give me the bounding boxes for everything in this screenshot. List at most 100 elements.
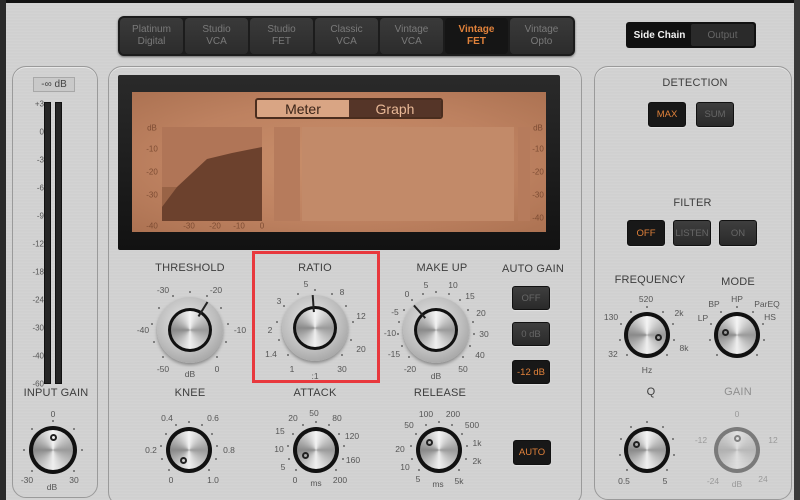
knob-tick <box>210 432 213 435</box>
release-scale-label: 20 <box>395 444 405 454</box>
input-gain-unit: dB <box>46 482 58 492</box>
threshold-scale-label: -20 <box>209 285 223 295</box>
input-meter-scale-label: -3 <box>36 155 44 165</box>
release-auto-button[interactable]: AUTO <box>513 440 551 465</box>
knee-label: KNEE <box>174 387 206 399</box>
model-studio-fet[interactable]: Studio FET <box>250 18 313 54</box>
release-scale-label: 200 <box>445 409 461 419</box>
model-classic-vca[interactable]: Classic VCA <box>315 18 378 54</box>
filter-off-button[interactable]: OFF <box>627 220 665 246</box>
knob-tick <box>219 306 222 309</box>
threshold-label: THRESHOLD <box>155 262 225 274</box>
graph-y-label: -40 <box>146 221 158 231</box>
knob-tick <box>467 308 470 311</box>
input-meter-scale-label: -9 <box>36 211 44 221</box>
frequency-label: FREQUENCY <box>614 274 686 286</box>
gain-label: GAIN <box>724 386 752 398</box>
model-vintage-opto[interactable]: Vintage Opto <box>510 18 573 54</box>
input-meter-scale-label: -6 <box>36 183 44 193</box>
knob-tick <box>72 469 75 472</box>
knob-tick <box>736 306 738 308</box>
attack-unit: ms <box>310 478 322 488</box>
model-studio-vca[interactable]: Studio VCA <box>185 18 248 54</box>
make-up-unit: dB <box>430 371 442 381</box>
graph-y-label: -10 <box>146 144 158 154</box>
output-scale-label: -40 <box>532 213 544 223</box>
input-meter-scale-label: +3 <box>34 99 44 109</box>
window-top-edge <box>0 0 800 3</box>
make-up-label: MAKE UP <box>416 262 468 274</box>
filter-on-button[interactable]: ON <box>719 220 757 246</box>
knob-tick <box>460 432 463 435</box>
make-up-scale-label: 40 <box>475 350 485 360</box>
knob-tick <box>397 320 400 323</box>
knob-tick <box>755 353 758 356</box>
input-meter-scale: +3 0 -3 -6 -9 -12 -18 -24 -30 -40 -60 <box>18 100 44 390</box>
release-scale-label: 5k <box>454 476 464 486</box>
knob-cap <box>171 311 209 349</box>
knee-scale-label: 0.4 <box>161 413 173 423</box>
output-scale-label: dB <box>533 123 543 133</box>
graph-x-label: -20 <box>209 221 221 231</box>
filter-listen-button[interactable]: LISTEN <box>673 220 711 246</box>
threshold-scale-label: -30 <box>156 285 170 295</box>
sidechain-output-toggle: Side Chain Output <box>626 22 756 48</box>
input-gain-scale-min: -30 <box>20 475 34 485</box>
mode-scale-label: HS <box>764 312 776 322</box>
detection-max-button[interactable]: MAX <box>648 102 686 127</box>
output-button[interactable]: Output <box>691 24 754 46</box>
gain-scale-max: 24 <box>758 474 768 484</box>
graph-y-label: -20 <box>146 167 158 177</box>
knob-tick <box>665 353 668 356</box>
threshold-scale-label: -40 <box>136 325 150 335</box>
model-platinum-digital[interactable]: Platinum Digital <box>120 18 183 54</box>
graph-tab[interactable]: Graph <box>349 100 441 117</box>
knee-scale-label: 0 <box>168 475 174 485</box>
attack-scale-label: 80 <box>332 413 342 423</box>
knob-indicator-icon <box>49 434 57 442</box>
knob-indicator-icon <box>733 434 741 442</box>
make-up-scale-label: 10 <box>448 280 458 290</box>
make-up-scale-label: -10 <box>383 328 397 338</box>
knee-scale-label: 1.0 <box>207 475 219 485</box>
knob-tick <box>214 457 217 460</box>
auto-gain-minus12db-button[interactable]: -12 dB <box>512 360 550 384</box>
release-scale-label: 1k <box>472 438 482 448</box>
window-left-edge <box>0 0 6 500</box>
knob-tick <box>225 340 228 343</box>
input-gain-label: INPUT GAIN <box>23 387 89 399</box>
transfer-curve-fill <box>162 147 262 221</box>
knob-tick <box>646 306 648 308</box>
knob-tick <box>152 340 155 343</box>
model-vintage-vca[interactable]: Vintage VCA <box>380 18 443 54</box>
knob-cap <box>170 431 208 469</box>
attack-scale-label: 120 <box>344 431 360 441</box>
knob-tick <box>226 323 229 326</box>
side-chain-button[interactable]: Side Chain <box>628 24 691 46</box>
graph-x-label: -30 <box>183 221 195 231</box>
meter-tab[interactable]: Meter <box>257 100 349 117</box>
graph-x-label: 0 <box>259 221 265 231</box>
knob-tick <box>189 291 191 293</box>
knob-tick <box>337 432 340 435</box>
knob-tick <box>438 421 440 423</box>
knob-tick <box>465 444 468 447</box>
knob-tick <box>461 355 464 358</box>
auto-gain-off-button[interactable]: OFF <box>512 286 550 310</box>
knob-tick <box>402 308 405 311</box>
make-up-scale-label: 30 <box>479 329 489 339</box>
frequency-scale-label: 32 <box>608 349 618 359</box>
make-up-scale-label: 5 <box>423 280 429 290</box>
attack-label: ATTACK <box>293 387 337 399</box>
auto-gain-0db-button[interactable]: 0 dB <box>512 322 550 346</box>
mode-label: MODE <box>721 276 755 288</box>
input-meter-left <box>44 102 51 384</box>
model-vintage-fet[interactable]: Vintage FET <box>445 18 508 54</box>
knob-tick <box>457 468 460 471</box>
knob-cap <box>297 431 335 469</box>
gain-scale-left: -12 <box>694 435 708 445</box>
threshold-scale-label: 0 <box>214 364 220 374</box>
knob-tick <box>188 421 190 423</box>
detection-sum-button[interactable]: SUM <box>696 102 734 127</box>
mode-scale-label: BP <box>708 299 720 309</box>
